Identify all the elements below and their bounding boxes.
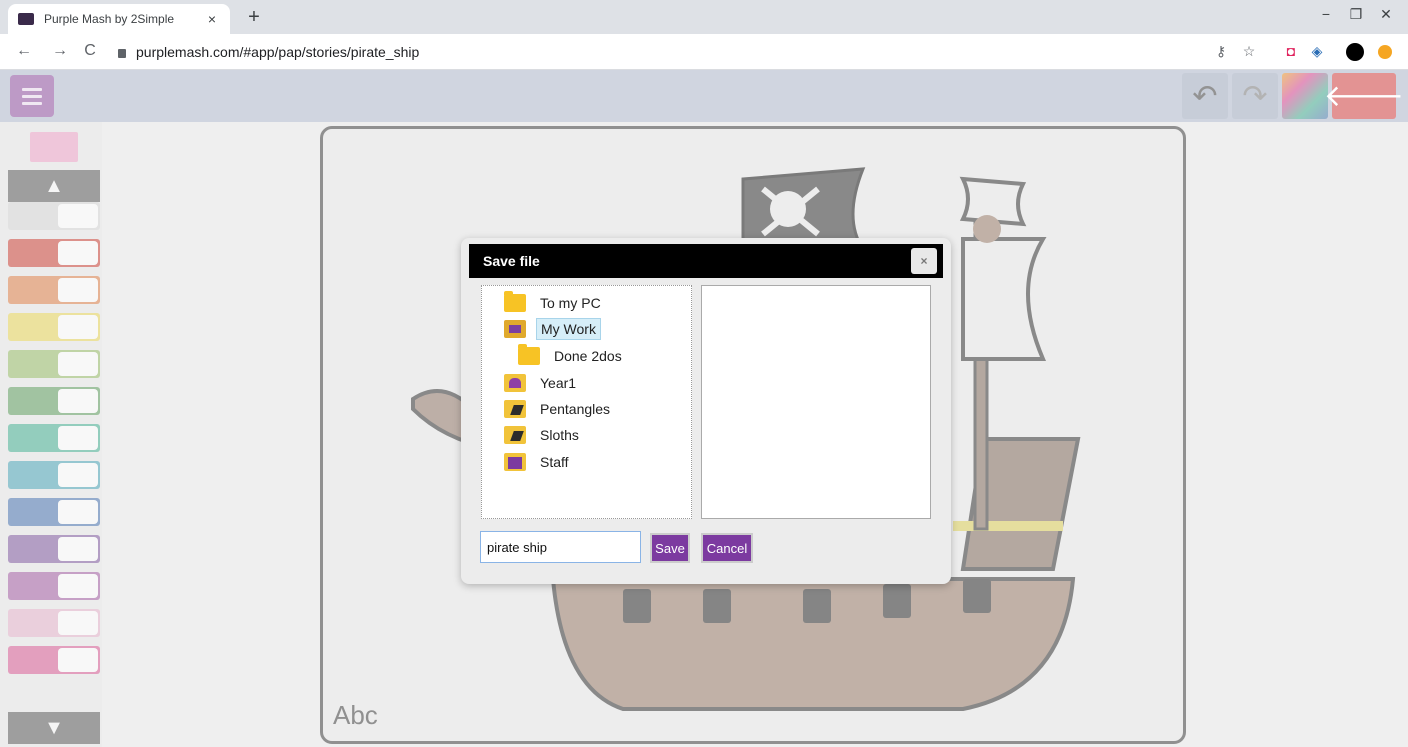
purple-mash-favicon-icon	[18, 13, 34, 25]
staff-folder-icon	[504, 453, 526, 471]
folder-label: Sloths	[540, 427, 579, 443]
browser-tab-bar: Purple Mash by 2Simple × + − ❐ ✕	[0, 0, 1408, 34]
folder-item-pentangles[interactable]: Pentangles	[504, 398, 614, 420]
forward-arrow-icon[interactable]: →	[50, 42, 70, 60]
folder-label: Year1	[540, 375, 577, 391]
browser-tab[interactable]: Purple Mash by 2Simple ×	[8, 4, 230, 34]
folder-label: To my PC	[540, 295, 601, 311]
class-folder-icon	[504, 400, 526, 418]
address-bar: ← → C purplemash.com/#app/pap/stories/pi…	[0, 34, 1408, 70]
reload-icon[interactable]: C	[80, 42, 100, 60]
folder-label: My Work	[536, 318, 601, 340]
dialog-header: Save file ×	[469, 244, 943, 278]
url-text: purplemash.com/#app/pap/stories/pirate_s…	[136, 44, 420, 60]
folder-icon	[504, 291, 526, 312]
addon-icon[interactable]	[1378, 45, 1392, 59]
save-button[interactable]: Save	[650, 533, 690, 563]
dialog-title: Save file	[483, 253, 540, 269]
folder-label: Staff	[540, 454, 569, 470]
folder-tree: To my PC My Work Done 2dos Year1 Pentang…	[481, 285, 692, 519]
folder-icon	[518, 344, 540, 365]
filename-input[interactable]	[480, 531, 641, 563]
save-file-dialog: Save file × To my PC My Work Done 2dos Y…	[461, 238, 951, 584]
star-icon[interactable]: ☆	[1240, 43, 1258, 60]
file-list[interactable]	[701, 285, 931, 519]
lock-icon	[118, 48, 126, 58]
folder-item-sloths[interactable]: Sloths	[504, 424, 583, 446]
url-field[interactable]: purplemash.com/#app/pap/stories/pirate_s…	[118, 44, 419, 60]
minimize-button[interactable]: −	[1316, 6, 1336, 22]
folder-item-year1[interactable]: Year1	[504, 372, 580, 394]
folder-label: Pentangles	[540, 401, 611, 417]
class-folder-icon	[504, 426, 526, 444]
sync-icon[interactable]: ◈	[1308, 43, 1326, 60]
maximize-button[interactable]: ❐	[1346, 6, 1366, 23]
back-arrow-icon[interactable]: ←	[14, 42, 34, 60]
folder-label: Done 2dos	[554, 348, 622, 364]
open-folder-icon	[504, 320, 526, 338]
folder-item-done-2dos[interactable]: Done 2dos	[518, 344, 626, 367]
tab-title: Purple Mash by 2Simple	[44, 12, 175, 26]
tab-close-icon[interactable]: ×	[204, 11, 220, 27]
folder-item-my-work[interactable]: My Work	[504, 318, 601, 340]
pocket-icon[interactable]: ◘	[1282, 43, 1300, 59]
profile-icon[interactable]	[1346, 43, 1364, 61]
close-icon[interactable]: ×	[911, 248, 937, 274]
folder-item-staff[interactable]: Staff	[504, 451, 573, 473]
folder-item-to-my-pc[interactable]: To my PC	[504, 291, 605, 314]
new-tab-button[interactable]: +	[244, 6, 264, 29]
key-icon[interactable]: ⚷	[1212, 43, 1230, 60]
group-folder-icon	[504, 374, 526, 392]
close-window-button[interactable]: ✕	[1376, 6, 1396, 23]
cancel-button[interactable]: Cancel	[701, 533, 753, 563]
